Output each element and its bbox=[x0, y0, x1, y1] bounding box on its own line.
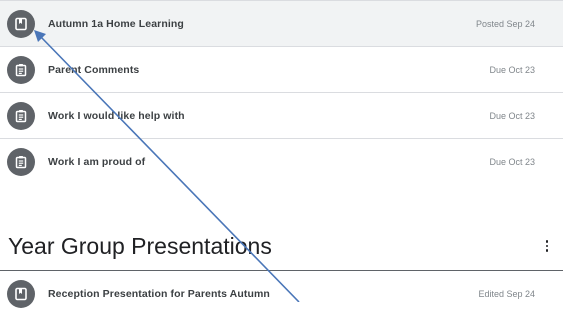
assignment-due-date: Due Oct 23 bbox=[489, 64, 535, 75]
assignment-icon bbox=[7, 55, 35, 84]
assignment-due-date: Due Oct 23 bbox=[489, 110, 535, 121]
book-icon bbox=[7, 9, 35, 38]
assignment-row-parent-comments[interactable]: Parent Comments Due Oct 23 bbox=[0, 47, 563, 93]
assignment-title: Autumn 1a Home Learning bbox=[48, 17, 184, 30]
assignment-due-date: Due Oct 23 bbox=[489, 157, 535, 167]
assignment-title: Work I am proud of bbox=[48, 156, 146, 168]
topic-header: Year Group Presentations bbox=[0, 222, 563, 270]
assignment-title: Work I would like help with bbox=[48, 109, 185, 122]
material-row-reception-presentation[interactable]: Reception Presentation for Parents Autum… bbox=[0, 271, 563, 317]
assignment-row-help-with[interactable]: Work I would like help with Due Oct 23 bbox=[0, 93, 563, 139]
assignment-date: Posted Sep 24 bbox=[475, 18, 535, 29]
topic-title: Year Group Presentations bbox=[8, 233, 272, 259]
assignment-icon bbox=[7, 101, 35, 130]
material-title: Reception Presentation for Parents Autum… bbox=[48, 288, 270, 300]
material-edited-date: Edited Sep 24 bbox=[478, 289, 535, 299]
book-icon bbox=[7, 280, 35, 308]
assignment-row-autumn-home-learning[interactable]: Autumn 1a Home Learning Posted Sep 24 bbox=[0, 1, 563, 47]
assignment-icon bbox=[7, 148, 35, 176]
topic-material-list: Reception Presentation for Parents Autum… bbox=[0, 271, 563, 317]
assignment-list: Autumn 1a Home Learning Posted Sep 24 Pa… bbox=[0, 1, 563, 185]
assignment-title: Parent Comments bbox=[48, 63, 140, 76]
more-vertical-icon[interactable] bbox=[539, 234, 555, 258]
assignment-row-proud-of[interactable]: Work I am proud of Due Oct 23 bbox=[0, 139, 563, 185]
